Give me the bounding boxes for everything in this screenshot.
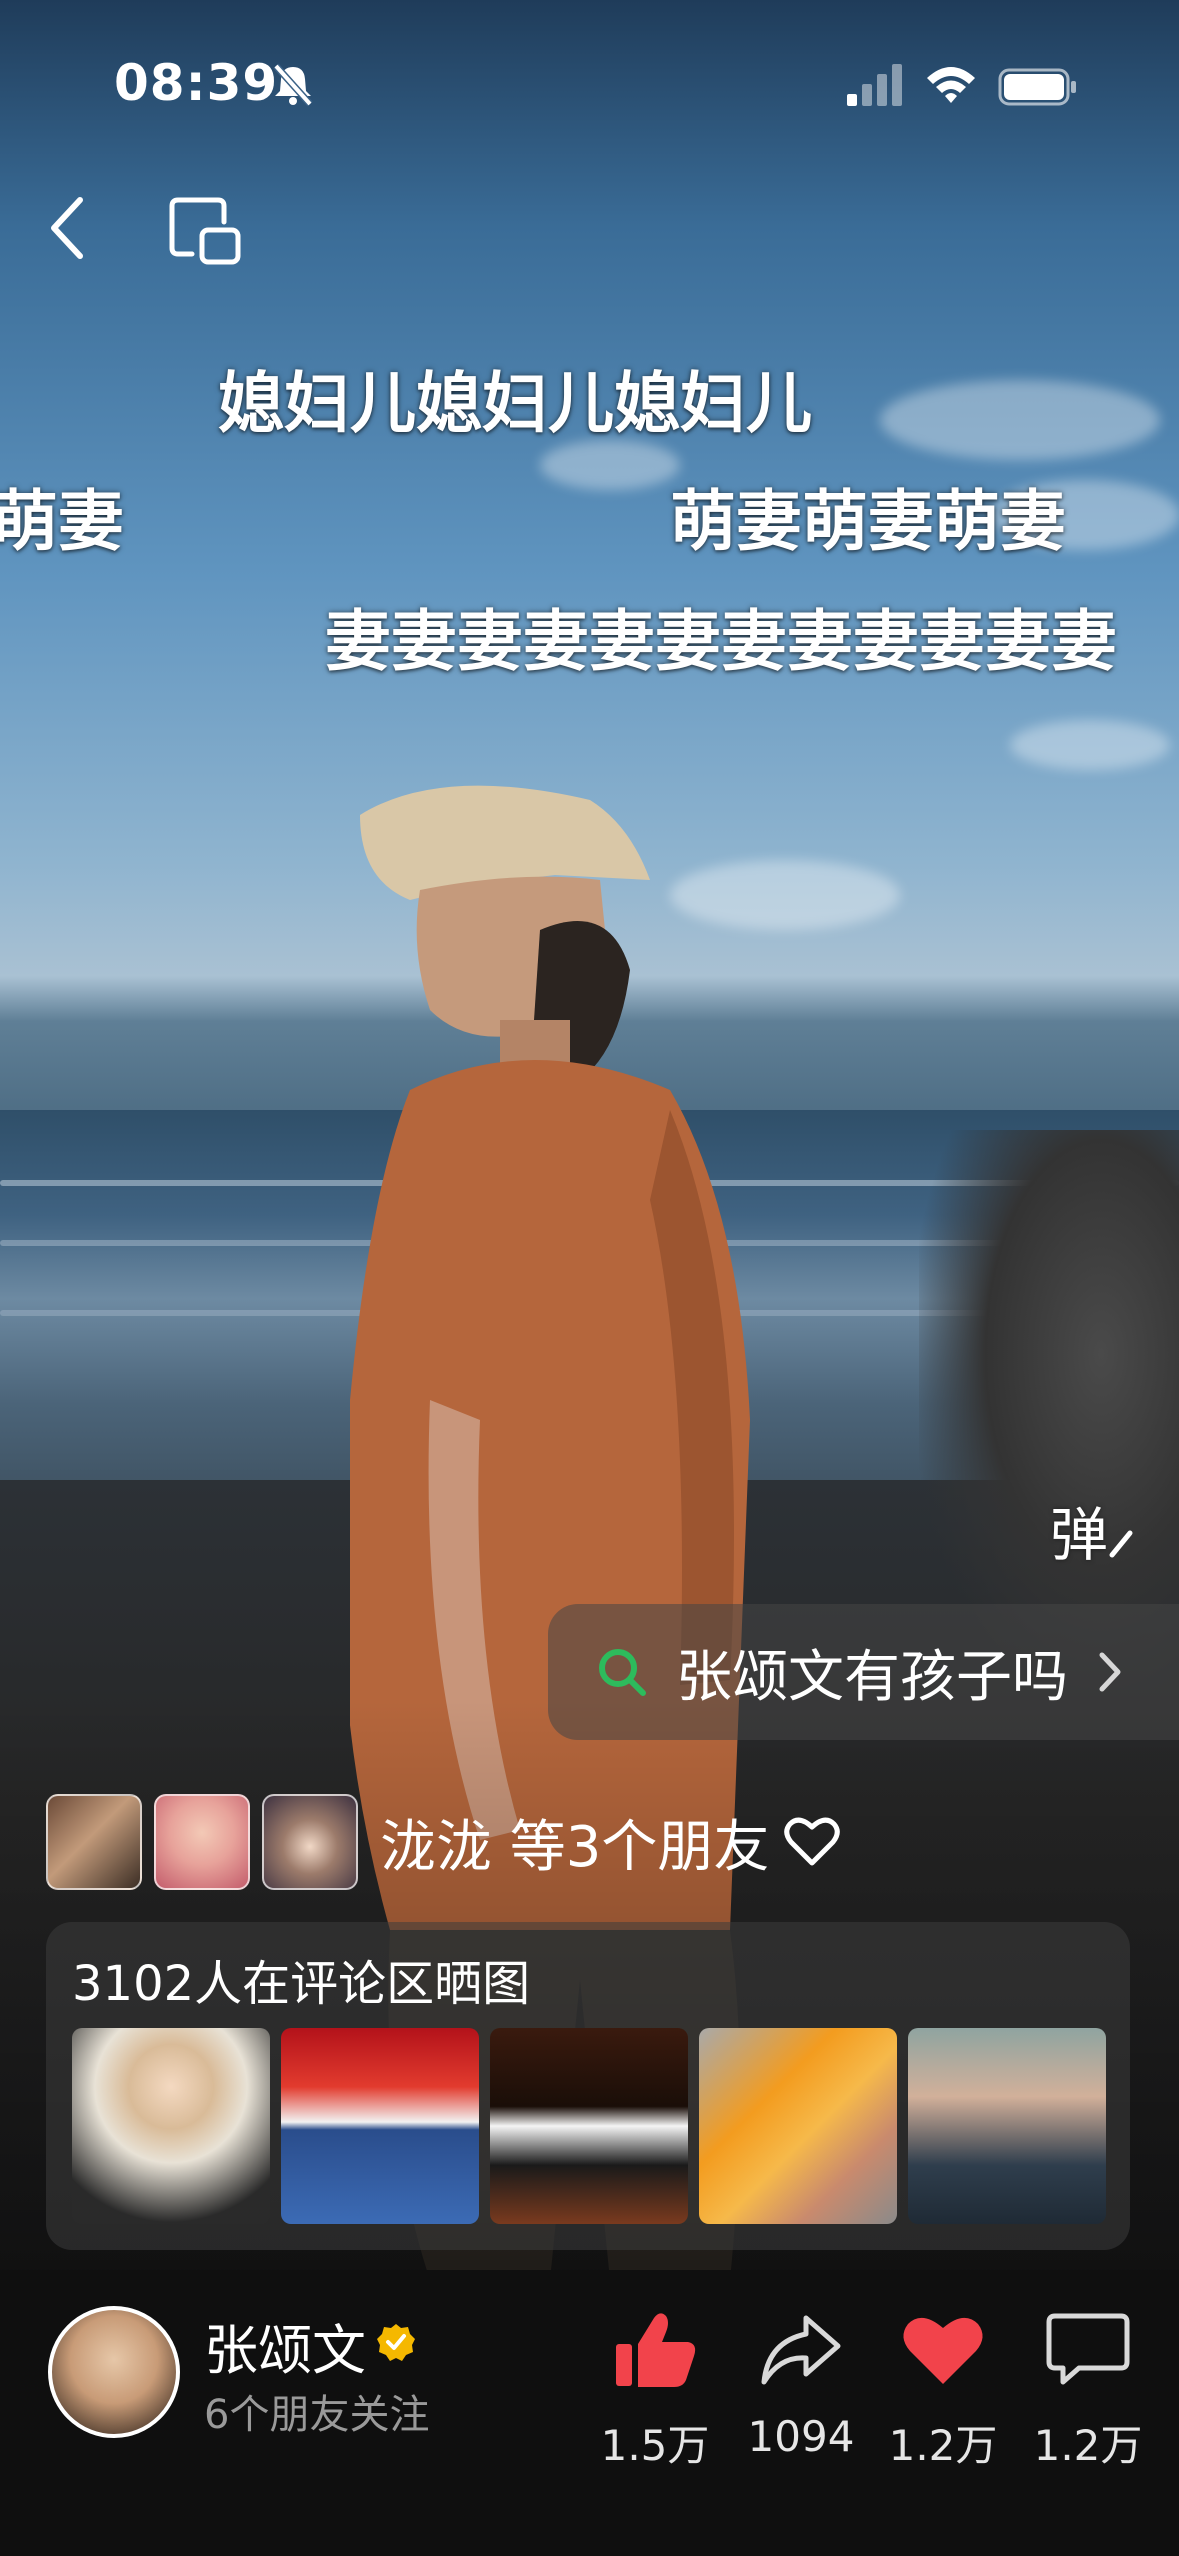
share-icon <box>761 2315 841 2385</box>
gallery-thumbnail[interactable] <box>908 2028 1106 2224</box>
gallery-thumbnail[interactable] <box>699 2028 897 2224</box>
signal-icon <box>847 64 902 106</box>
pencil-icon <box>1109 1530 1133 1558</box>
gallery-thumbnail[interactable] <box>490 2028 688 2224</box>
comment-icon <box>1046 2313 1130 2385</box>
gallery-thumbnail[interactable] <box>72 2028 270 2224</box>
related-search-text: 张颂文有孩子吗 <box>676 1644 1068 1710</box>
like-button[interactable]: 1.5万 <box>590 2310 720 2473</box>
author-avatar[interactable] <box>48 2306 180 2438</box>
gallery-thumbnail[interactable] <box>281 2028 479 2224</box>
friends-follow-info: 6个朋友关注 <box>204 2392 430 2438</box>
chevron-right-icon <box>1099 1652 1121 1692</box>
status-bar: 08:39 <box>0 0 1179 160</box>
heart-outline-icon <box>784 1817 841 1866</box>
like-count: 1.5万 <box>600 2421 710 2470</box>
status-time: 08:39 <box>114 54 279 112</box>
comment-photo-gallery[interactable]: 3102人在评论区晒图 <box>46 1922 1130 2250</box>
friend-avatar[interactable] <box>46 1794 142 1890</box>
danmu-toggle-label: 弹 <box>1050 1501 1109 1569</box>
favorite-count: 1.2万 <box>888 2421 998 2470</box>
comment-count: 1.2万 <box>1033 2421 1143 2470</box>
cloud <box>540 440 680 490</box>
search-icon <box>599 1649 646 1696</box>
battery-icon <box>998 68 1076 106</box>
danmaku-comment: 萌妻萌妻萌妻 <box>670 483 1066 560</box>
danmaku-comment: 媳妇儿媳妇儿媳妇儿 <box>218 365 812 442</box>
wifi-icon <box>927 67 975 103</box>
friend-avatar[interactable] <box>262 1794 358 1890</box>
bell-slash-icon <box>273 63 313 107</box>
friends-liked-text: 泷泷 等3个朋友 <box>380 1814 770 1880</box>
comment-button[interactable]: 1.2万 <box>1023 2310 1153 2473</box>
gallery-title: 3102人在评论区晒图 <box>72 1956 531 2012</box>
verified-badge-icon <box>377 2324 415 2361</box>
cloud <box>1010 720 1170 770</box>
bottom-action-bar: 张颂文 6个朋友关注 1.5万 1094 1.2万 1.2万 <box>0 2270 1179 2556</box>
danmaku-comment: 萌妻 <box>0 483 124 560</box>
related-search-pill[interactable]: 张颂文有孩子吗 <box>548 1604 1179 1740</box>
cloud <box>880 380 1160 460</box>
share-button[interactable]: 1094 <box>736 2310 866 2461</box>
danmu-toggle-button[interactable]: 弹 <box>1050 1488 1134 1572</box>
danmaku-comment: 妻妻妻妻妻妻妻妻妻妻妻妻 <box>325 603 1117 680</box>
chevron-left-icon[interactable] <box>40 190 96 266</box>
friends-liked-row[interactable]: 泷泷 等3个朋友 <box>46 1792 841 1892</box>
share-count: 1094 <box>747 2412 855 2461</box>
heart-icon <box>903 2317 983 2384</box>
cast-screen-icon[interactable] <box>168 192 244 268</box>
author-name[interactable]: 张颂文 <box>204 2306 366 2385</box>
friend-avatar[interactable] <box>154 1794 250 1890</box>
gallery-thumbnails <box>72 2028 1117 2224</box>
thumbs-up-icon <box>616 2313 696 2387</box>
favorite-button[interactable]: 1.2万 <box>878 2310 1008 2473</box>
